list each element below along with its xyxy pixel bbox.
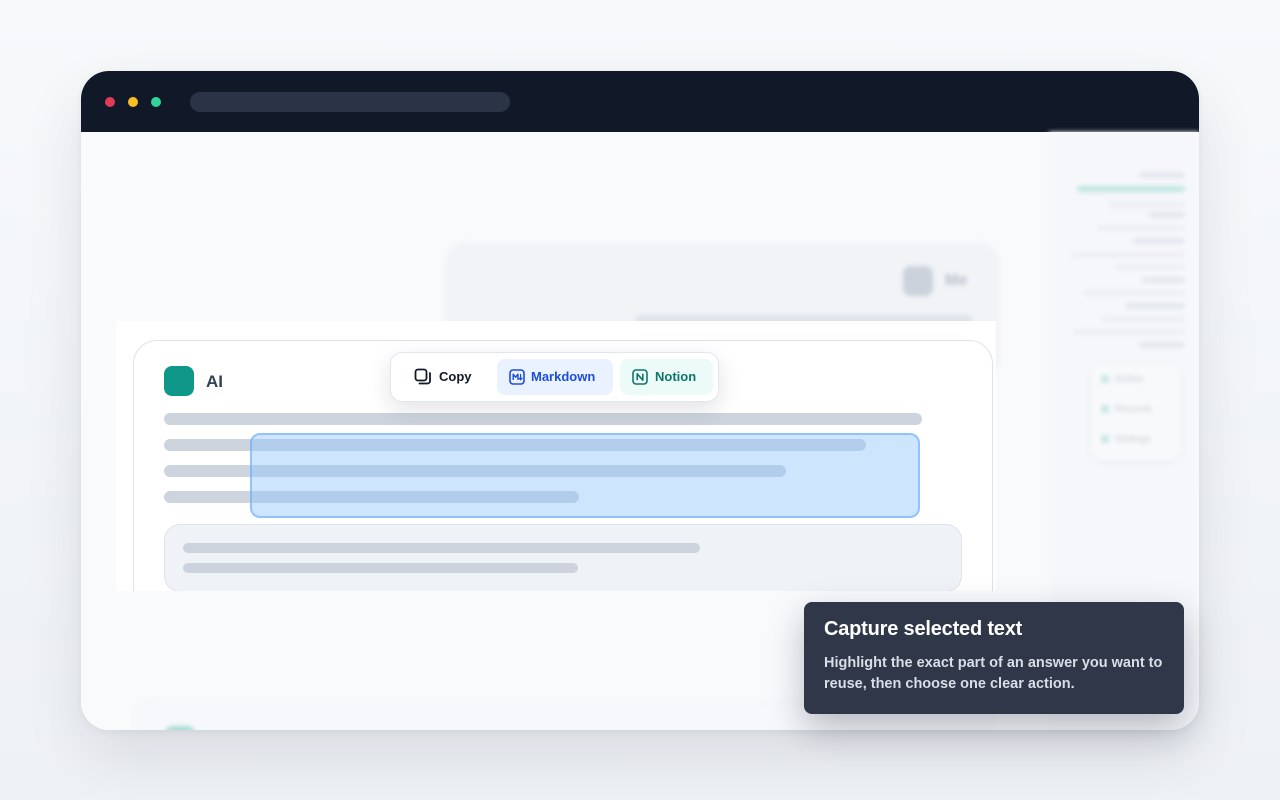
close-window-button[interactable] <box>105 97 115 107</box>
sidebar-line <box>1071 252 1185 258</box>
sidebar-line <box>1125 303 1185 309</box>
ai-avatar <box>164 366 194 396</box>
minimize-window-button[interactable] <box>128 97 138 107</box>
title-bar <box>81 71 1199 132</box>
sidebar-item-settings[interactable]: Settings <box>1101 434 1151 445</box>
onboarding-tooltip: Capture selected text Highlight the exac… <box>804 602 1184 714</box>
ai-message-line[interactable] <box>164 413 922 425</box>
maximize-window-button[interactable] <box>151 97 161 107</box>
tooltip-title: Capture selected text <box>824 618 1023 640</box>
records-icon <box>1101 405 1109 414</box>
sidebar-active-item[interactable] <box>1077 186 1185 192</box>
sidebar-item-label: Notion <box>1115 374 1144 385</box>
text-selection-highlight[interactable] <box>250 433 920 518</box>
sidebar-menu: Notion Records Settings <box>1091 364 1181 460</box>
address-bar[interactable] <box>190 92 510 112</box>
notion-icon <box>632 369 648 385</box>
markdown-icon <box>509 369 525 385</box>
notion-button[interactable]: Notion <box>620 359 713 395</box>
copy-button-label: Copy <box>439 369 472 384</box>
copy-button[interactable]: Copy <box>401 359 499 395</box>
sidebar-item-records[interactable]: Records <box>1101 404 1152 415</box>
selection-toolbar: Copy Markdown Notion <box>390 352 719 402</box>
notion-button-label: Notion <box>655 369 697 384</box>
sidebar-line <box>1083 290 1185 296</box>
sidebar-line <box>1097 225 1185 231</box>
copy-icon <box>414 368 431 385</box>
sidebar-item-label: Settings <box>1115 434 1152 445</box>
notion-icon <box>1101 375 1109 384</box>
sidebar-line <box>1133 238 1185 244</box>
markdown-button-label: Markdown <box>531 369 596 384</box>
sidebar-item-notion[interactable]: Notion <box>1101 374 1144 385</box>
ai-avatar <box>165 726 195 730</box>
sidebar-line <box>1141 277 1185 283</box>
sidebar-line <box>1115 264 1185 270</box>
sidebar-line <box>1073 329 1185 335</box>
sidebar-item-label: Records <box>1115 404 1153 415</box>
user-avatar <box>903 266 933 296</box>
sidebar-line <box>1139 172 1185 178</box>
code-block <box>164 524 962 591</box>
code-line <box>183 563 578 573</box>
sidebar-line <box>1149 212 1185 218</box>
ai-message-author: AI <box>206 372 223 391</box>
tooltip-body: Highlight the exact part of an answer yo… <box>824 655 1163 692</box>
sidebar-line <box>1139 342 1185 348</box>
settings-icon <box>1101 435 1109 444</box>
markdown-button[interactable]: Markdown <box>497 359 613 395</box>
code-line <box>183 543 700 553</box>
sidebar-line <box>1101 316 1185 322</box>
sidebar-line <box>1109 202 1185 208</box>
user-message-author: Me <box>945 272 968 289</box>
